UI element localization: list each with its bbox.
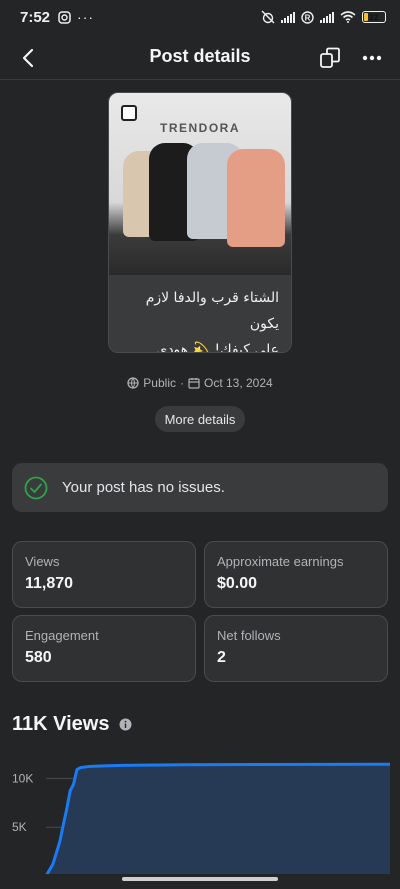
- stat-value: 11,870: [25, 575, 74, 592]
- hoodie-pink: [227, 149, 285, 247]
- stat-value: 2: [217, 649, 226, 666]
- post-status-banner: Your post has no issues.: [12, 463, 388, 512]
- stat-views[interactable]: Views 11,870: [12, 541, 196, 608]
- stat-label: Approximate earnings: [217, 554, 344, 569]
- battery-icon: 22: [362, 11, 386, 23]
- signal-icon: [281, 11, 295, 23]
- stat-label: Views: [25, 554, 60, 569]
- post-image: TRENDORA: [109, 93, 291, 275]
- views-section-title: 11K Views: [12, 713, 132, 736]
- more-options-button[interactable]: [358, 44, 386, 72]
- views-chart: 10K 5K: [12, 762, 391, 874]
- svg-text:R: R: [305, 13, 311, 22]
- post-meta: Public · Oct 13, 2024: [0, 376, 400, 390]
- y-tick-label: 5K: [12, 820, 27, 834]
- views-title: 11K Views: [12, 713, 110, 735]
- photo-icon: [121, 105, 137, 121]
- stat-value: 580: [25, 649, 52, 666]
- stat-engagement[interactable]: Engagement 580: [12, 615, 196, 682]
- stat-earnings[interactable]: Approximate earnings $0.00: [204, 541, 388, 608]
- copy-icon: [320, 47, 340, 68]
- y-tick-label: 10K: [12, 771, 33, 785]
- more-details-button[interactable]: More details: [155, 406, 245, 432]
- status-message: Your post has no issues.: [62, 479, 225, 496]
- meta-separator: ·: [179, 376, 184, 390]
- check-circle-icon: [24, 476, 48, 499]
- status-bar: 7:52 ··· R 22: [0, 0, 400, 34]
- post-preview-card[interactable]: TRENDORA الشتاء قرب والدفا لازم يكون على…: [108, 92, 292, 353]
- post-date: Oct 13, 2024: [203, 376, 273, 390]
- gesture-nav-handle: [122, 877, 278, 881]
- stat-value: $0.00: [217, 575, 258, 592]
- caption-line-1: الشتاء قرب والدفا لازم يكون: [145, 290, 279, 332]
- copy-button[interactable]: [316, 44, 344, 72]
- battery-level: 22: [369, 12, 379, 22]
- wifi-icon: [340, 11, 356, 23]
- status-time: 7:52: [20, 8, 51, 26]
- alarm-off-icon: [261, 10, 275, 24]
- registered-icon: R: [301, 10, 314, 24]
- more-notifications-icon: ···: [77, 9, 95, 25]
- stat-label: Net follows: [217, 628, 281, 643]
- back-arrow-icon: [22, 48, 34, 68]
- signal-icon-2: [320, 11, 334, 23]
- top-app-bar: Post details: [0, 34, 400, 80]
- globe-icon: [127, 377, 139, 389]
- stat-label: Engagement: [25, 628, 99, 643]
- page-title: Post details: [149, 46, 251, 66]
- stat-net-follows[interactable]: Net follows 2: [204, 615, 388, 682]
- info-icon[interactable]: [119, 718, 132, 731]
- brand-logo-text: TRENDORA: [160, 121, 240, 135]
- caption-line-2: على كيفك! 💫 هودي ميلت...: [156, 342, 279, 353]
- calendar-icon: [188, 378, 200, 389]
- back-button[interactable]: [14, 44, 42, 72]
- more-horizontal-icon: [362, 55, 382, 61]
- instagram-icon: [58, 10, 71, 24]
- chart-area-fill: [46, 764, 390, 874]
- post-caption: الشتاء قرب والدفا لازم يكون على كيفك! 💫 …: [109, 275, 291, 353]
- visibility-label: Public: [143, 376, 176, 390]
